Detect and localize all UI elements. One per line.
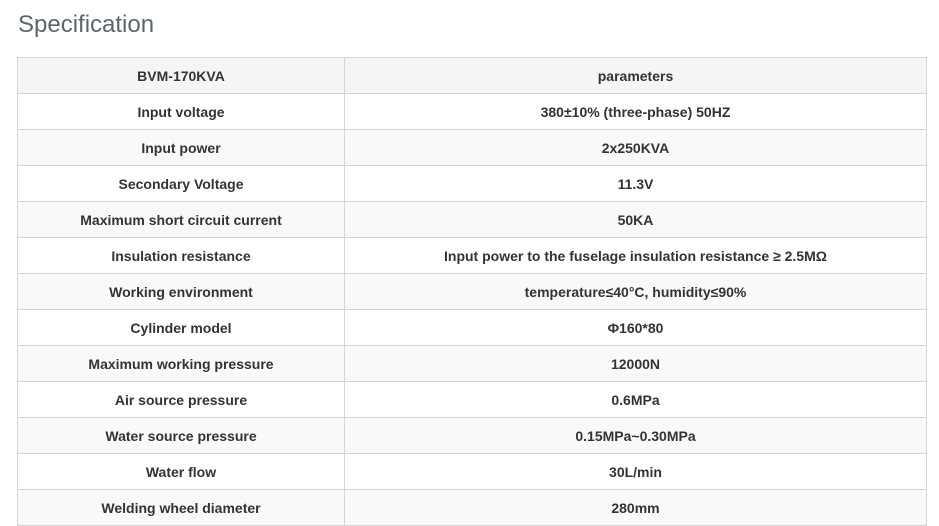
- spec-label: Secondary Voltage: [17, 165, 345, 202]
- table-header-row: BVM-170KVA parameters: [17, 57, 927, 94]
- spec-label: Maximum working pressure: [17, 345, 345, 382]
- spec-value: 50KA: [344, 201, 927, 238]
- spec-label: Cylinder model: [17, 309, 345, 346]
- spec-value: 30L/min: [344, 453, 927, 490]
- spec-value: Φ160*80: [344, 309, 927, 346]
- table-body: Input voltage 380±10% (three-phase) 50HZ…: [17, 93, 927, 526]
- spec-label: Air source pressure: [17, 381, 345, 418]
- table-row: Welding wheel diameter 280mm: [17, 489, 927, 526]
- spec-label: Welding wheel diameter: [17, 489, 345, 526]
- spec-label: Water flow: [17, 453, 345, 490]
- table-header: BVM-170KVA parameters: [17, 57, 927, 94]
- spec-label: Input power: [17, 129, 345, 166]
- header-parameters: parameters: [344, 57, 927, 94]
- spec-value: 2x250KVA: [344, 129, 927, 166]
- table-row: Cylinder model Φ160*80: [17, 309, 927, 346]
- specification-table: BVM-170KVA parameters Input voltage 380±…: [17, 57, 927, 526]
- spec-label: Working environment: [17, 273, 345, 310]
- spec-label: Water source pressure: [17, 417, 345, 454]
- table-row: Air source pressure 0.6MPa: [17, 381, 927, 418]
- table-row: Input voltage 380±10% (three-phase) 50HZ: [17, 93, 927, 130]
- spec-value: 0.15MPa~0.30MPa: [344, 417, 927, 454]
- table-row: Maximum working pressure 12000N: [17, 345, 927, 382]
- spec-value: 0.6MPa: [344, 381, 927, 418]
- spec-label: Insulation resistance: [17, 237, 345, 274]
- table-row: Water flow 30L/min: [17, 453, 927, 490]
- spec-value: temperature≤40°C, humidity≤90%: [344, 273, 927, 310]
- spec-label: Maximum short circuit current: [17, 201, 345, 238]
- spec-value: 12000N: [344, 345, 927, 382]
- spec-value: 380±10% (three-phase) 50HZ: [344, 93, 927, 130]
- table-row: Maximum short circuit current 50KA: [17, 201, 927, 238]
- table-row: Input power 2x250KVA: [17, 129, 927, 166]
- header-model: BVM-170KVA: [17, 57, 345, 94]
- spec-value: 280mm: [344, 489, 927, 526]
- table-row: Secondary Voltage 11.3V: [17, 165, 927, 202]
- page-title: Specification: [18, 11, 155, 38]
- spec-value: Input power to the fuselage insulation r…: [344, 237, 927, 274]
- spec-label: Input voltage: [17, 93, 345, 130]
- table-row: Water source pressure 0.15MPa~0.30MPa: [17, 417, 927, 454]
- table-row: Working environment temperature≤40°C, hu…: [17, 273, 927, 310]
- spec-value: 11.3V: [344, 165, 927, 202]
- table-row: Insulation resistance Input power to the…: [17, 237, 927, 274]
